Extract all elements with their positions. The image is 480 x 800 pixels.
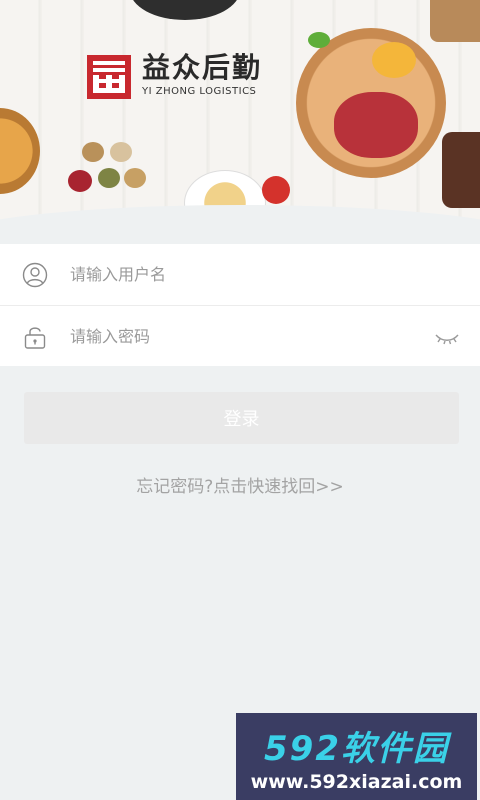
forgot-password-link[interactable]: 忘记密码?点击快速找回>> [0,472,480,497]
brand-name-cn: 益众后勤 [142,51,263,84]
toast [430,0,480,42]
password-input[interactable] [70,320,410,352]
user-icon [22,262,48,288]
login-form [0,244,480,366]
brand-name-en: YI ZHONG LOGISTICS [142,86,257,97]
spice-bowl-1 [82,142,104,162]
food-plate-top [130,0,240,20]
watermark-brand: 592软件园 [264,729,449,769]
lemon [372,42,416,78]
spice-bowl-2 [110,142,132,162]
lock-icon [24,327,46,349]
brand-logo: 益众后勤 YI ZHONG LOGISTICS [84,52,262,102]
eye-closed-icon[interactable] [434,330,460,346]
login-button[interactable]: 登录 [24,392,459,444]
steak [334,92,418,158]
spice-bowl-5 [124,168,146,188]
pizza [0,108,40,194]
spice-bowl-3 [68,170,92,192]
header-banner: 益众后勤 YI ZHONG LOGISTICS [0,0,480,244]
banner-curve [0,205,480,244]
herb-leaf [308,32,330,48]
password-row [0,305,480,366]
watermark-logo: 592软件园 www.592xiazai.com [236,713,477,800]
spice-bowl-4 [98,168,120,188]
tomatoes [262,176,290,204]
username-input[interactable] [70,258,410,290]
logo-seal-icon [87,55,131,99]
username-row [0,244,480,305]
bread-tray [442,132,480,208]
watermark-url: www.592xiazai.com [250,771,463,793]
